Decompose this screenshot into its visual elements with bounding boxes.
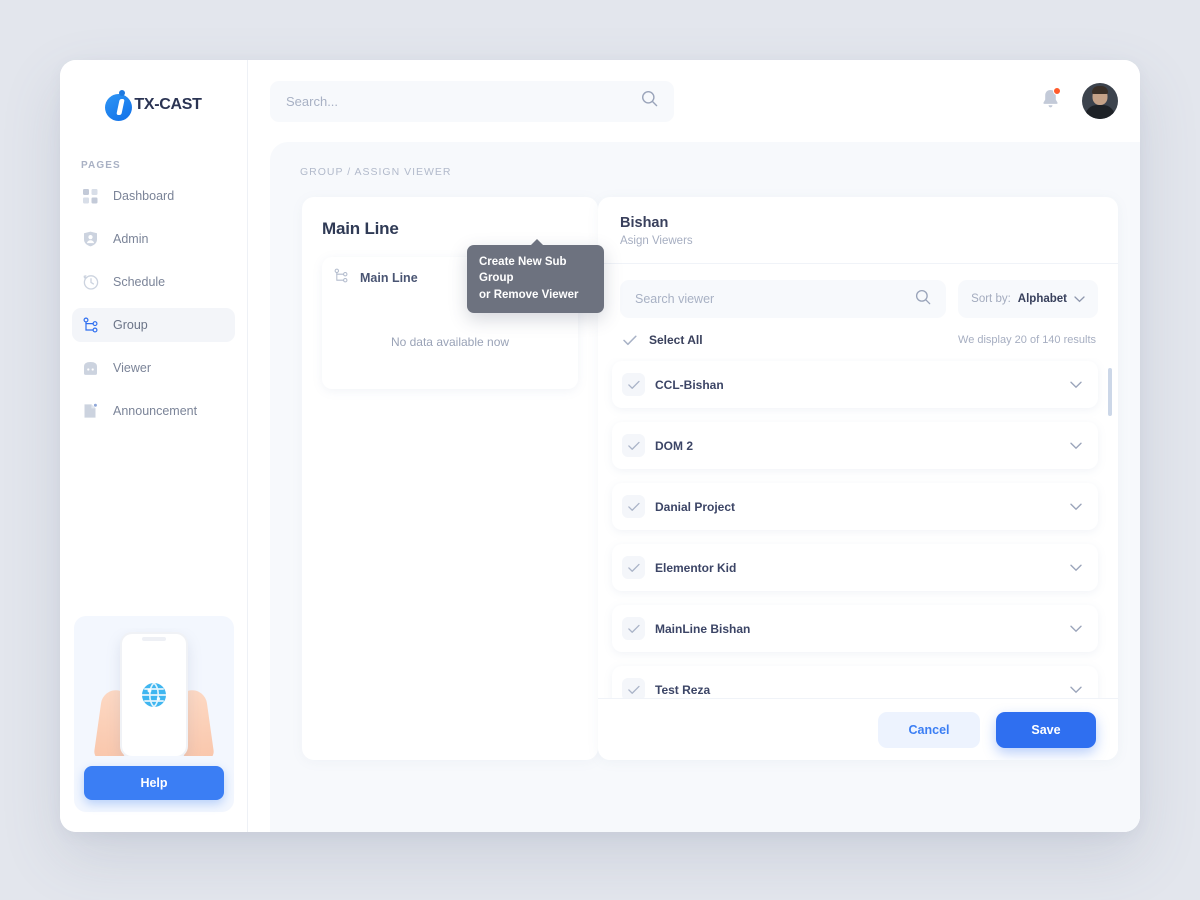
- search-icon: [641, 90, 658, 112]
- chevron-down-icon: [1074, 290, 1085, 308]
- sidebar-item-announcement[interactable]: Announcement: [72, 394, 235, 428]
- tree-root-label: Main Line: [360, 271, 418, 285]
- hand-holding-phone-illustration: [84, 628, 224, 756]
- bell-icon: [1041, 90, 1060, 113]
- viewer-list: CCL-Bishan DOM 2 Danial Project Elemento…: [598, 358, 1118, 698]
- hierarchy-icon: [334, 268, 349, 288]
- app-window: TX-CAST PAGES Dashboard Admin Schedule G…: [60, 60, 1140, 832]
- content-area: GROUP / ASSIGN VIEWER Main Line Main Lin…: [270, 142, 1140, 832]
- search-icon: [915, 289, 931, 310]
- list-scrollbar[interactable]: [1108, 368, 1112, 698]
- sidebar-item-label: Schedule: [113, 275, 166, 289]
- tooltip-line-2: or Remove Viewer: [479, 288, 579, 301]
- sidebar-item-label: Group: [113, 318, 148, 332]
- notifications-button[interactable]: [1041, 87, 1061, 114]
- sidebar-item-dashboard[interactable]: Dashboard: [72, 179, 235, 213]
- list-item-label: Danial Project: [655, 499, 736, 514]
- chevron-down-icon[interactable]: [1070, 620, 1082, 638]
- brand-name: TX-CAST: [134, 96, 202, 113]
- sidebar-item-label: Admin: [113, 232, 149, 246]
- check-icon[interactable]: [622, 434, 645, 457]
- scrollbar-thumb[interactable]: [1108, 368, 1112, 416]
- list-item[interactable]: Danial Project: [612, 483, 1098, 530]
- list-item[interactable]: DOM 2: [612, 422, 1098, 469]
- sidebar-nav: Dashboard Admin Schedule Group Viewer An…: [60, 179, 247, 428]
- clock-icon: [82, 274, 99, 291]
- list-item-label: Test Reza: [655, 682, 711, 697]
- viewer-search-input[interactable]: [635, 292, 916, 306]
- group-tree-panel: Main Line Main Line No data available no…: [302, 197, 604, 760]
- chevron-down-icon[interactable]: [1070, 437, 1082, 455]
- viewer-search[interactable]: [620, 280, 947, 318]
- user-shield-icon: [82, 231, 99, 248]
- sidebar: TX-CAST PAGES Dashboard Admin Schedule G…: [60, 60, 248, 832]
- viewer-toolbar: Sort by: Alphabet: [598, 264, 1118, 318]
- tooltip: Create New Sub Group or Remove Viewer: [467, 239, 604, 313]
- sidebar-section-label: PAGES: [81, 160, 121, 171]
- chevron-down-icon[interactable]: [1070, 559, 1082, 577]
- main-area: GROUP / ASSIGN VIEWER Main Line: [248, 60, 1140, 832]
- itx-cast-logo-icon: [105, 89, 137, 121]
- check-icon[interactable]: [622, 556, 645, 579]
- results-count: We display 20 of 140 results: [958, 334, 1096, 346]
- grid-icon: [82, 188, 99, 205]
- sort-dropdown[interactable]: Sort by: Alphabet: [958, 280, 1098, 318]
- sort-value: Alphabet: [1017, 293, 1067, 305]
- page-title: Main Line: [322, 219, 399, 238]
- list-item[interactable]: Test Reza: [612, 666, 1098, 698]
- tooltip-line-1: Create New Sub Group: [479, 256, 567, 285]
- sort-label: Sort by:: [971, 293, 1011, 305]
- brand-logo[interactable]: TX-CAST: [60, 60, 247, 146]
- globe-icon: [142, 682, 166, 708]
- list-item[interactable]: MainLine Bishan: [612, 605, 1098, 652]
- help-button[interactable]: Help: [84, 766, 224, 800]
- assign-viewers-header: Bishan Asign Viewers: [598, 197, 1118, 264]
- check-icon[interactable]: [622, 678, 645, 698]
- sidebar-item-label: Dashboard: [113, 189, 175, 203]
- sidebar-item-admin[interactable]: Admin: [72, 222, 235, 256]
- list-item[interactable]: CCL-Bishan: [612, 361, 1098, 408]
- group-name: Bishan: [620, 215, 669, 231]
- select-all-row[interactable]: Select All We display 20 of 140 results: [598, 318, 1118, 358]
- topbar-actions: [1041, 83, 1118, 119]
- check-icon[interactable]: [622, 617, 645, 640]
- monitor-icon: [82, 360, 99, 377]
- list-item-label: DOM 2: [655, 438, 694, 453]
- list-item-label: CCL-Bishan: [655, 377, 724, 392]
- sidebar-item-label: Viewer: [113, 361, 151, 375]
- chevron-down-icon[interactable]: [1070, 681, 1082, 699]
- avatar[interactable]: [1082, 83, 1118, 119]
- global-search[interactable]: [270, 80, 674, 122]
- assign-viewers-panel: Bishan Asign Viewers Search viewer Sort …: [598, 197, 1118, 760]
- list-item-label: Elementor Kid: [655, 560, 737, 575]
- breadcrumb: GROUP / ASSIGN VIEWER: [300, 166, 452, 178]
- chevron-down-icon[interactable]: [1070, 376, 1082, 394]
- sidebar-item-label: Announcement: [113, 404, 198, 418]
- panel-footer: Cancel Save: [598, 698, 1118, 760]
- chevron-down-icon[interactable]: [1070, 498, 1082, 516]
- search-input[interactable]: [286, 93, 641, 109]
- notification-badge: [1053, 87, 1061, 95]
- check-icon: [622, 332, 638, 348]
- check-icon[interactable]: [622, 373, 645, 396]
- sidebar-item-schedule[interactable]: Schedule: [72, 265, 235, 299]
- cancel-button[interactable]: Cancel: [878, 711, 980, 748]
- topbar: [248, 60, 1140, 142]
- sidebar-item-viewer[interactable]: Viewer: [72, 351, 235, 385]
- list-item[interactable]: Elementor Kid: [612, 544, 1098, 591]
- save-button[interactable]: Save: [996, 711, 1096, 748]
- panels-row: Main Line Main Line No data available no…: [270, 197, 1140, 811]
- select-all-label: Select All: [649, 333, 703, 347]
- check-icon[interactable]: [622, 495, 645, 518]
- list-item-label: MainLine Bishan: [655, 621, 751, 636]
- panel-subtitle: Asign Viewers: [620, 235, 693, 247]
- sidebar-item-group[interactable]: Group: [72, 308, 235, 342]
- document-icon: [82, 403, 99, 420]
- help-card: Help: [74, 616, 234, 812]
- hierarchy-icon: [82, 317, 99, 334]
